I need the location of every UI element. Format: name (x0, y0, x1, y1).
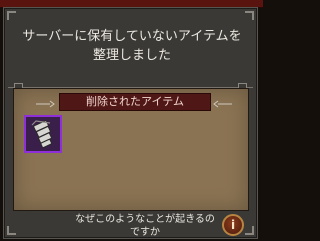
dialog-title: サーバーに保有していないアイテムを整理しました (22, 29, 242, 63)
info-icon: ⅰ (230, 218, 236, 232)
removed-item-slot[interactable] (24, 115, 62, 153)
frame-corner-ornament (7, 226, 16, 235)
ornament-icon (36, 100, 56, 108)
info-button[interactable]: ⅰ (222, 214, 244, 236)
removed-items-header: 削除されたアイテム (59, 93, 211, 111)
armor-piece-icon (26, 117, 60, 151)
why-did-this-happen-text: なぜこのようなことが起きるのですか (75, 214, 215, 238)
notice-dialog: サーバーに保有していないアイテムを整理しました 削除されたアイテム なぜこのよう… (3, 7, 258, 239)
ornament-icon (212, 100, 232, 108)
frame-corner-ornament (245, 226, 254, 235)
removed-items-panel: 削除されたアイテム (13, 88, 249, 211)
frame-corner-ornament (245, 11, 254, 20)
frame-corner-ornament (7, 11, 16, 20)
